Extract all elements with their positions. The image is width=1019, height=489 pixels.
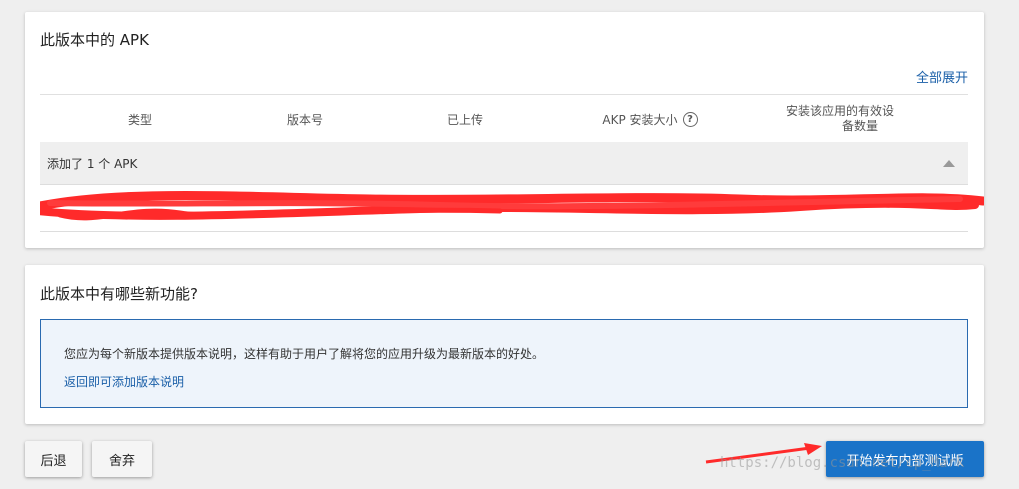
column-uploaded: 已上传	[446, 112, 483, 127]
new-features-title: 此版本中有哪些新功能?	[40, 285, 198, 303]
apk-data-row	[40, 185, 984, 232]
new-features-card: 此版本中有哪些新功能? 您应为每个新版本提供版本说明，这样有助于用户了解将您的应…	[25, 265, 984, 424]
column-active-devices-line1: 安装该应用的有效设	[785, 104, 894, 118]
column-active-devices-line2: 备数量	[841, 119, 878, 133]
redaction-scribble	[40, 191, 984, 221]
apk-table-header: 类型 版本号 已上传 AKP 安装大小 ? 安装该应用的有效设 备数量	[40, 94, 968, 143]
column-install-size: AKP 安装大小 ?	[585, 95, 715, 143]
help-icon[interactable]: ?	[682, 111, 698, 127]
collapse-icon[interactable]	[943, 160, 955, 167]
add-release-notes-link[interactable]: 返回即可添加版本说明	[64, 373, 184, 390]
apk-card: 此版本中的 APK 全部展开 类型 版本号 已上传 AKP 安装大小 ? 安装该…	[25, 12, 984, 248]
annotation-arrow-icon	[705, 443, 822, 464]
back-button[interactable]: 后退	[25, 441, 82, 477]
start-internal-test-rollout-button[interactable]: 开始发布内部测试版	[826, 441, 984, 477]
release-notes-info-text: 您应为每个新版本提供版本说明，这样有助于用户了解将您的应用升级为最新版本的好处。	[64, 347, 545, 361]
column-type: 类型	[127, 112, 152, 127]
column-install-size-label: AKP 安装大小	[602, 112, 678, 127]
column-active-devices: 安装该应用的有效设 备数量	[760, 95, 920, 143]
apk-group-label: 添加了 1 个 APK	[47, 157, 138, 171]
release-notes-info-box: 您应为每个新版本提供版本说明，这样有助于用户了解将您的应用升级为最新版本的好处。…	[40, 319, 968, 408]
expand-all-link[interactable]: 全部展开	[916, 67, 968, 86]
discard-button[interactable]: 舍弃	[92, 441, 152, 477]
apk-section-title: 此版本中的 APK	[40, 31, 149, 49]
apk-group-row[interactable]: 添加了 1 个 APK	[40, 142, 968, 185]
column-version-code: 版本号	[286, 112, 323, 127]
